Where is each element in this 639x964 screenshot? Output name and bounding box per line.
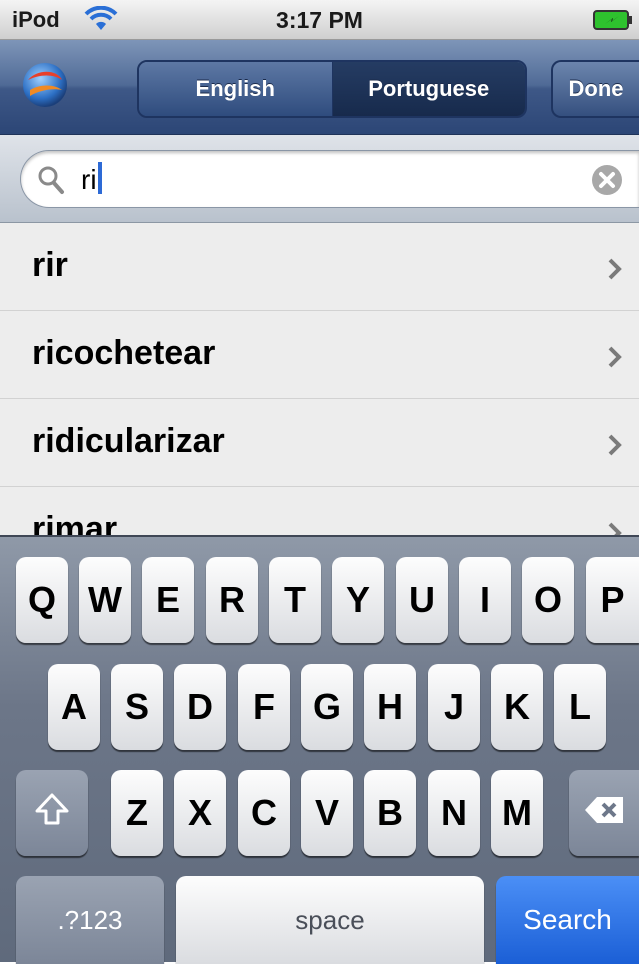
key-z[interactable]: Z bbox=[111, 770, 163, 856]
search-bar: ri bbox=[0, 135, 639, 223]
key-k[interactable]: K bbox=[491, 664, 543, 750]
key-r[interactable]: R bbox=[206, 557, 258, 643]
key-x[interactable]: X bbox=[174, 770, 226, 856]
search-query: ri bbox=[81, 162, 102, 196]
key-u[interactable]: U bbox=[396, 557, 448, 643]
text-cursor bbox=[97, 162, 102, 194]
clear-icon[interactable] bbox=[591, 164, 623, 201]
segment-english[interactable]: English bbox=[139, 62, 333, 116]
key-d[interactable]: D bbox=[174, 664, 226, 750]
chevron-right-icon bbox=[607, 345, 623, 374]
key-y[interactable]: Y bbox=[332, 557, 384, 643]
battery-icon bbox=[593, 10, 633, 30]
key-q[interactable]: Q bbox=[16, 557, 68, 643]
key-e[interactable]: E bbox=[142, 557, 194, 643]
app-logo-icon[interactable] bbox=[20, 60, 70, 110]
search-icon bbox=[37, 165, 65, 200]
key-c[interactable]: C bbox=[238, 770, 290, 856]
list-item-word: ricochetear bbox=[32, 334, 216, 372]
list-item[interactable]: rimar bbox=[0, 487, 639, 535]
chevron-right-icon bbox=[607, 433, 623, 462]
key-i[interactable]: I bbox=[459, 557, 511, 643]
key-b[interactable]: B bbox=[364, 770, 416, 856]
key-j[interactable]: J bbox=[428, 664, 480, 750]
search-key[interactable]: Search bbox=[496, 876, 639, 964]
list-item-word: rimar bbox=[32, 510, 118, 535]
key-a[interactable]: A bbox=[48, 664, 100, 750]
key-v[interactable]: V bbox=[301, 770, 353, 856]
shift-key[interactable] bbox=[16, 770, 88, 856]
numbers-key[interactable]: .?123 bbox=[16, 876, 164, 964]
search-input[interactable]: ri bbox=[20, 150, 639, 208]
status-time: 3:17 PM bbox=[276, 7, 363, 33]
chevron-right-icon bbox=[607, 257, 623, 286]
key-m[interactable]: M bbox=[491, 770, 543, 856]
key-h[interactable]: H bbox=[364, 664, 416, 750]
backspace-key[interactable] bbox=[569, 770, 639, 856]
key-n[interactable]: N bbox=[428, 770, 480, 856]
key-g[interactable]: G bbox=[301, 664, 353, 750]
list-item[interactable]: ridicularizar bbox=[0, 399, 639, 487]
backspace-icon bbox=[583, 792, 625, 834]
list-item[interactable]: rir bbox=[0, 223, 639, 311]
key-p[interactable]: P bbox=[586, 557, 639, 643]
key-l[interactable]: L bbox=[554, 664, 606, 750]
segment-portuguese[interactable]: Portuguese bbox=[332, 62, 525, 116]
shift-icon bbox=[34, 792, 70, 835]
key-o[interactable]: O bbox=[522, 557, 574, 643]
list-item-word: rir bbox=[32, 246, 68, 284]
status-bar: iPod 3:17 PM bbox=[0, 0, 639, 40]
key-t[interactable]: T bbox=[269, 557, 321, 643]
key-s[interactable]: S bbox=[111, 664, 163, 750]
chevron-right-icon bbox=[607, 521, 623, 535]
keyboard: Q W E R T Y U I O P A S D F G H J K L Z … bbox=[0, 535, 639, 964]
key-f[interactable]: F bbox=[238, 664, 290, 750]
done-button[interactable]: Done bbox=[551, 60, 639, 118]
results-list: rir ricochetear ridicularizar rimar bbox=[0, 223, 639, 535]
language-segmented-control: English Portuguese bbox=[137, 60, 527, 118]
list-item-word: ridicularizar bbox=[32, 422, 225, 460]
key-w[interactable]: W bbox=[79, 557, 131, 643]
navigation-bar: English Portuguese Done bbox=[0, 40, 639, 135]
list-item[interactable]: ricochetear bbox=[0, 311, 639, 399]
space-key[interactable]: space bbox=[176, 876, 484, 964]
